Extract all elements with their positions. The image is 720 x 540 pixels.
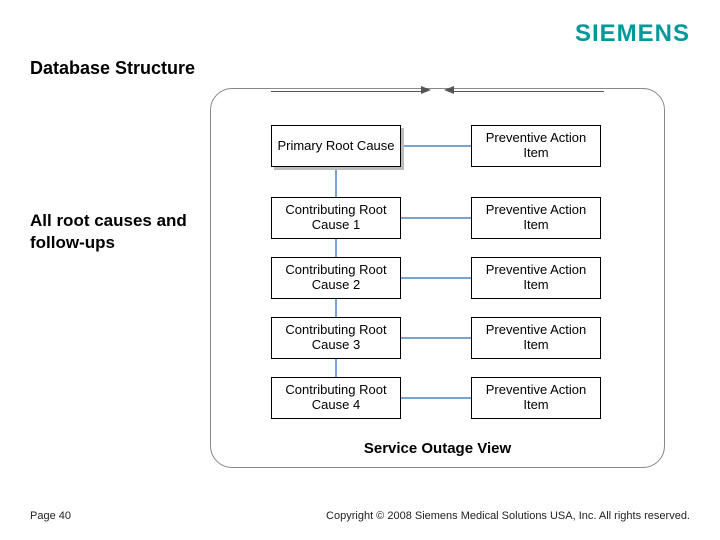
page-title: Database Structure xyxy=(30,58,195,79)
diagram-container: Primary Root Cause Preventive Action Ite… xyxy=(210,88,665,468)
arrow-left-line xyxy=(454,91,604,92)
box-preventive-action-2: Preventive Action Item xyxy=(471,257,601,299)
box-preventive-action-4: Preventive Action Item xyxy=(471,377,601,419)
subtitle-text: All root causes and follow-ups xyxy=(30,210,200,254)
diagram-caption: Service Outage View xyxy=(211,440,664,457)
box-contributing-4: Contributing Root Cause 4 xyxy=(271,377,401,419)
copyright-text: Copyright © 2008 Siemens Medical Solutio… xyxy=(326,510,690,522)
box-primary-root-cause: Primary Root Cause xyxy=(271,125,401,167)
box-contributing-2: Contributing Root Cause 2 xyxy=(271,257,401,299)
siemens-logo: SIEMENS xyxy=(575,20,690,48)
box-contributing-3: Contributing Root Cause 3 xyxy=(271,317,401,359)
page-number: Page 40 xyxy=(30,510,71,522)
arrow-left-icon xyxy=(444,86,454,94)
box-contributing-1: Contributing Root Cause 1 xyxy=(271,197,401,239)
box-preventive-action-3: Preventive Action Item xyxy=(471,317,601,359)
box-preventive-action-0: Preventive Action Item xyxy=(471,125,601,167)
box-preventive-action-1: Preventive Action Item xyxy=(471,197,601,239)
arrow-right-icon xyxy=(421,86,431,94)
arrow-right-line xyxy=(271,91,421,92)
slide-page: SIEMENS Database Structure All root caus… xyxy=(0,0,720,540)
